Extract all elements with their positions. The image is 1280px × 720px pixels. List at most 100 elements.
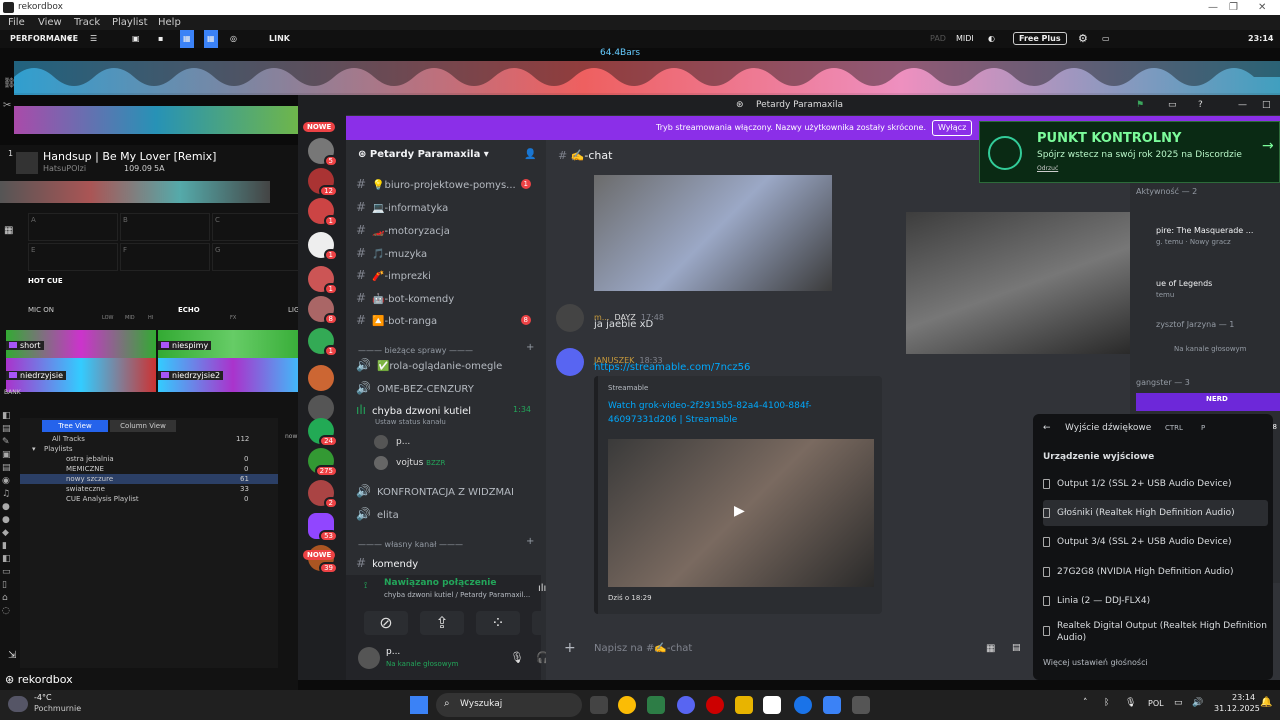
server-icon-11[interactable]: 275 xyxy=(308,448,338,477)
channel-bot-ranga[interactable]: # 🔼-bot-ranga 8 xyxy=(356,310,541,330)
grid-icon[interactable]: ▦ xyxy=(204,30,218,48)
message-link[interactable]: https://streamable.com/7ncz56 xyxy=(594,362,750,373)
hotcue-mode-select[interactable]: HOT CUE xyxy=(28,277,63,285)
bluetooth-icon[interactable]: ᛒ xyxy=(1104,698,1109,708)
tree-row-selected[interactable]: nowy szczure 61 xyxy=(20,474,278,484)
twitch-server-icon[interactable]: 53 xyxy=(308,513,338,542)
voice-channel-active[interactable]: ılı chyba dzwoni kutiel 1:34 xyxy=(356,400,541,420)
windows-start-icon[interactable] xyxy=(410,696,428,714)
activity-item[interactable]: pire: The Masquerade ... xyxy=(1156,226,1253,235)
file-explorer-icon[interactable] xyxy=(735,696,753,714)
add-channel-icon[interactable]: + xyxy=(526,342,534,353)
channel-informatyka[interactable]: # 💻-informatyka xyxy=(356,197,541,217)
notepad-icon[interactable] xyxy=(823,696,841,714)
tree-row[interactable]: CUE Analysis Playlist 0 xyxy=(20,494,278,504)
category-wlasny-kanal[interactable]: ——— własny kanał ——— xyxy=(358,540,463,549)
snipping-tool-icon[interactable] xyxy=(590,696,608,714)
deck-layout-icon[interactable]: ▦ xyxy=(180,30,194,48)
gif-icon[interactable]: ▤ xyxy=(1012,643,1021,653)
audio-device-item[interactable]: 27G2G8 (NVIDIA High Definition Audio) xyxy=(1043,559,1268,585)
close-icon[interactable]: ✕ xyxy=(1258,0,1266,15)
voice-user[interactable]: p... xyxy=(396,437,410,447)
browser-sidebar-icons[interactable]: ◧ ▤ ✎ ▣ ▤ ◉ ♫ ● ● ◆ ▮ ◧ ▭ ▯ ⌂ ◌ xyxy=(2,410,16,670)
audio-device-item[interactable]: Realtek Digital Output (Realtek High Def… xyxy=(1043,618,1268,644)
menu-view[interactable]: View xyxy=(38,15,62,30)
server-icon-4[interactable]: 1 xyxy=(308,232,338,261)
chevron-down-icon[interactable]: ▾ xyxy=(32,444,36,454)
server-icon-5[interactable]: 1 xyxy=(308,266,338,295)
menu-help[interactable]: Help xyxy=(158,15,181,30)
scissors-icon[interactable]: ✂ xyxy=(3,100,11,111)
pad-button[interactable]: PAD xyxy=(930,30,946,48)
network-icon[interactable]: ▭ xyxy=(1174,698,1183,708)
fx-select[interactable]: ECHO xyxy=(178,306,200,314)
tree-row[interactable]: All Tracks 112 xyxy=(20,434,278,444)
more-volume-settings[interactable]: Więcej ustawień głośności xyxy=(1043,658,1148,667)
record-icon[interactable]: ▣ xyxy=(132,30,140,48)
link-button[interactable]: LINK xyxy=(269,30,290,48)
discord-taskbar-icon[interactable] xyxy=(677,696,695,714)
lock-icon[interactable]: ▪ xyxy=(158,30,163,48)
back-arrow-icon[interactable]: ← xyxy=(1043,423,1051,433)
chevron-down-icon[interactable]: ▾ xyxy=(68,30,72,48)
gear-icon[interactable]: ⚙ xyxy=(1078,30,1088,48)
grid-icon[interactable]: ▦ xyxy=(4,225,13,236)
member-item[interactable]: NERD xyxy=(1136,393,1280,411)
stream-preview[interactable] xyxy=(906,212,1158,354)
app-icon[interactable] xyxy=(852,696,870,714)
microphone-icon[interactable]: 🎙 xyxy=(510,651,524,664)
headphones-icon[interactable]: ◐ xyxy=(988,30,995,48)
server-icon-10[interactable]: 24 xyxy=(308,418,338,447)
exit-icon[interactable]: ⇲ xyxy=(8,650,16,661)
camera-off-icon[interactable]: ⊘ xyxy=(364,611,408,635)
screenshare-icon[interactable]: ⇪ xyxy=(420,611,464,635)
waveform-deck1[interactable] xyxy=(14,57,1280,97)
hotcue-e[interactable]: E xyxy=(28,243,118,271)
midi-button[interactable]: MIDI xyxy=(956,30,974,48)
channel-muzyka[interactable]: # 🎵-muzyka xyxy=(356,243,541,263)
taskbar-date[interactable]: 31.12.2025 xyxy=(1214,704,1260,713)
dismiss-link[interactable]: Odrzuć xyxy=(1037,165,1058,172)
tree-row[interactable]: ostra jebalnia 0 xyxy=(20,454,278,464)
arrow-right-icon[interactable]: → xyxy=(1262,138,1274,154)
hotcue-b[interactable]: B xyxy=(120,213,210,241)
message-input[interactable]: + Napisz na #✍️-chat ▦ ▤ xyxy=(546,635,1026,663)
microphone-icon[interactable]: 🎙 xyxy=(1125,698,1136,708)
play-icon[interactable]: ▶ xyxy=(734,503,745,519)
voice-channel-ome-bez-cenzury[interactable]: 🔊 OME-BEZ-CENZURY xyxy=(356,378,541,398)
layout-icon[interactable]: ☰ xyxy=(90,30,97,48)
volume-icon[interactable]: 🔊 xyxy=(1192,698,1203,708)
channel-komendy[interactable]: # komendy xyxy=(356,553,541,573)
checkpoint-promo[interactable]: PUNKT KONTROLNY Spójrz wstecz na swój ro… xyxy=(979,121,1280,183)
help-icon[interactable]: ? xyxy=(1198,95,1203,115)
server-icon-7[interactable]: 1 xyxy=(308,328,338,357)
gift-icon[interactable]: ▦ xyxy=(986,643,995,654)
category-biezace-sprawy[interactable]: ——— bieżące sprawy ——— xyxy=(358,346,473,355)
channel-biuro[interactable]: # 💡biuro-projektowe-pomys... 1 xyxy=(356,174,541,194)
signal-icon[interactable]: ⟟ xyxy=(364,581,367,591)
maximize-icon[interactable]: □ xyxy=(1262,95,1271,115)
audio-device-item[interactable]: Linia (2 — DDJ-FLX4) xyxy=(1043,588,1268,614)
mic-on-label[interactable]: MIC ON xyxy=(28,306,54,314)
minimize-icon[interactable]: — xyxy=(1208,0,1218,15)
add-channel-icon[interactable]: + xyxy=(526,536,534,547)
server-icon-8[interactable] xyxy=(308,365,334,391)
menu-playlist[interactable]: Playlist xyxy=(112,15,148,30)
target-icon[interactable]: ◎ xyxy=(230,30,237,48)
audio-device-item[interactable]: Output 3/4 (SSL 2+ USB Audio Device) xyxy=(1043,529,1268,555)
voice-channel-omegle[interactable]: 🔊 ✅rola-oglądanie-omegle xyxy=(356,355,541,375)
monitor-icon[interactable]: ▭ xyxy=(1102,30,1110,48)
channel-imprezki[interactable]: # 🧨-imprezki xyxy=(356,265,541,285)
menu-track[interactable]: Track xyxy=(74,15,100,30)
channel-motoryzacja[interactable]: # 🏎️-motoryzacja xyxy=(356,220,541,240)
avatar[interactable] xyxy=(556,348,584,376)
shield-app-icon[interactable] xyxy=(647,696,665,714)
set-channel-status[interactable]: Ustaw status kanału xyxy=(375,418,446,426)
add-attachment-icon[interactable]: + xyxy=(564,640,576,656)
minimize-icon[interactable]: — xyxy=(1238,95,1247,115)
taskbar-clock[interactable]: 23:14 xyxy=(1232,693,1255,702)
voice-user[interactable]: vojtus BZZR xyxy=(396,458,445,468)
server-header[interactable]: ⊛ Petardy Paramaxila ▾ xyxy=(358,149,489,160)
hotcue-g[interactable]: G xyxy=(212,243,302,271)
avatar[interactable] xyxy=(556,304,584,332)
